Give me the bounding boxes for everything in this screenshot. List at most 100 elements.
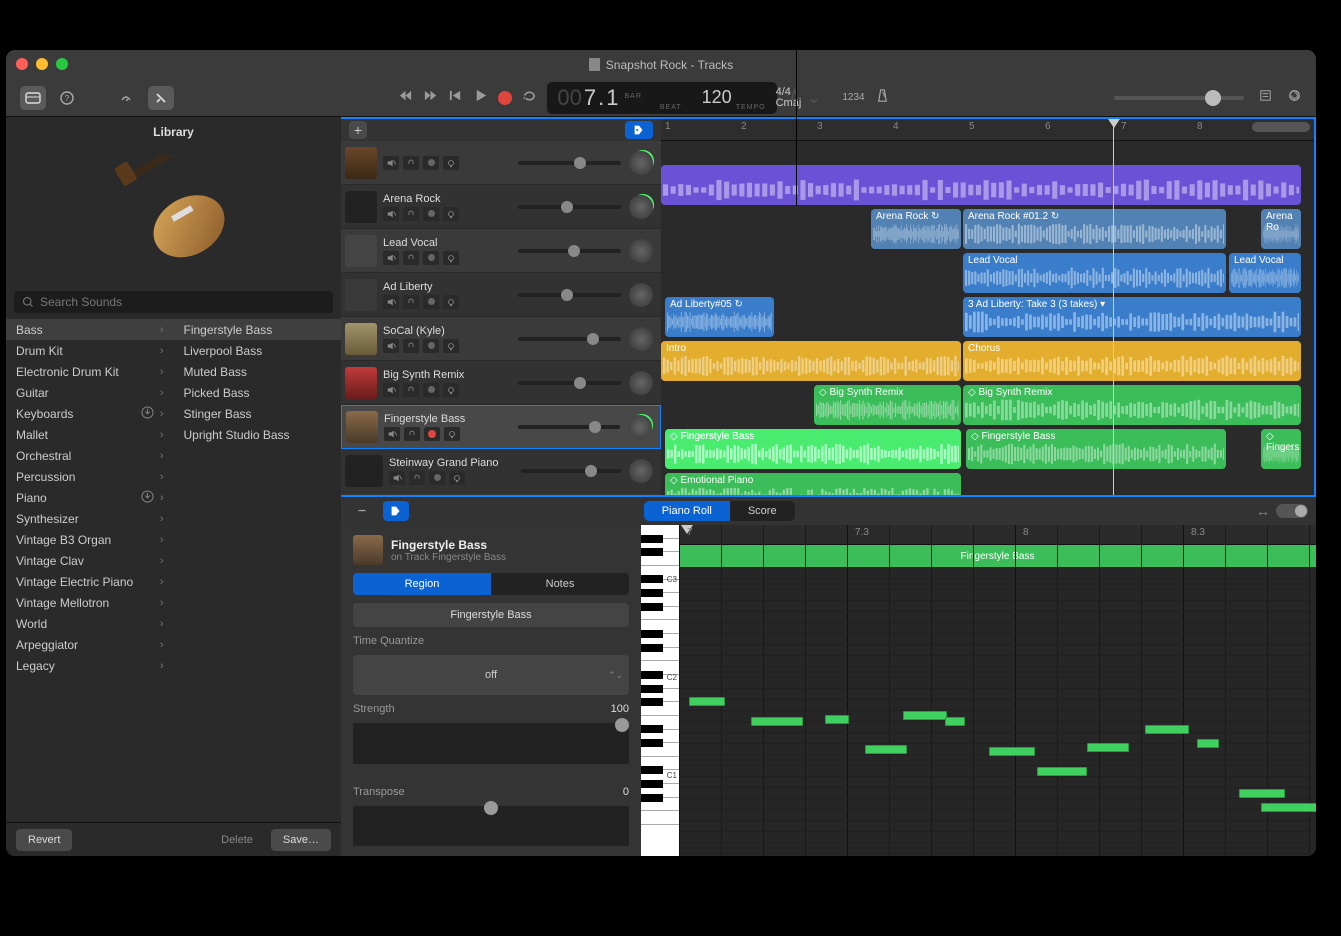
mute-button[interactable] bbox=[383, 207, 399, 221]
transpose-slider[interactable] bbox=[353, 806, 629, 846]
zoom-window[interactable] bbox=[56, 58, 68, 70]
arrange-region[interactable] bbox=[661, 165, 1301, 205]
playhead[interactable] bbox=[1113, 119, 1114, 495]
play-button[interactable] bbox=[473, 88, 488, 108]
track-volume-slider[interactable] bbox=[518, 161, 621, 165]
library-item[interactable]: Mallet› bbox=[6, 424, 174, 445]
solo-button[interactable] bbox=[403, 383, 419, 397]
library-item[interactable]: Keyboards› bbox=[6, 403, 174, 424]
piano-roll-grid[interactable]: 77.388.3 Fingerstyle Bass bbox=[679, 525, 1316, 856]
arrange-region[interactable]: ◇ Big Synth Remix bbox=[963, 385, 1301, 425]
add-track-button[interactable]: + bbox=[349, 121, 367, 139]
record-enable-button[interactable] bbox=[429, 471, 445, 485]
midi-note[interactable] bbox=[1239, 789, 1285, 798]
library-item[interactable]: Bass› bbox=[6, 319, 174, 340]
library-item[interactable]: Piano› bbox=[6, 487, 174, 508]
midi-note[interactable] bbox=[1197, 739, 1219, 748]
midi-note[interactable] bbox=[945, 717, 965, 726]
piano-keyboard[interactable]: C3C2C1 bbox=[641, 525, 679, 856]
smart-controls-toggle[interactable] bbox=[114, 86, 140, 110]
arrange-region[interactable]: Lead Vocal bbox=[1229, 253, 1301, 293]
revert-button[interactable]: Revert bbox=[16, 829, 72, 851]
track-pan-knob[interactable] bbox=[628, 415, 652, 439]
midi-note[interactable] bbox=[903, 711, 947, 720]
record-enable-button[interactable] bbox=[424, 427, 440, 441]
strength-slider[interactable] bbox=[353, 723, 629, 763]
mute-button[interactable] bbox=[384, 427, 400, 441]
arrange-region[interactable]: ◇ Emotional Piano bbox=[665, 473, 961, 495]
track-header[interactable]: Steinway Grand Piano bbox=[341, 449, 661, 493]
solo-button[interactable] bbox=[403, 339, 419, 353]
track-pan-knob[interactable] bbox=[629, 283, 653, 307]
save-button[interactable]: Save… bbox=[271, 829, 331, 851]
library-item[interactable]: Picked Bass bbox=[174, 382, 342, 403]
piano-roll-ruler[interactable]: 77.388.3 bbox=[679, 525, 1316, 545]
solo-button[interactable] bbox=[403, 207, 419, 221]
time-quantize-select[interactable]: off bbox=[353, 655, 629, 695]
input-monitor-button[interactable] bbox=[443, 295, 459, 309]
track-pan-knob[interactable] bbox=[629, 327, 653, 351]
input-monitor-button[interactable] bbox=[449, 471, 465, 485]
close-window[interactable] bbox=[16, 58, 28, 70]
midi-note[interactable] bbox=[825, 715, 849, 724]
track-pan-knob[interactable] bbox=[629, 151, 653, 175]
library-item[interactable]: Stinger Bass bbox=[174, 403, 342, 424]
library-item[interactable]: Synthesizer› bbox=[6, 508, 174, 529]
midi-note[interactable] bbox=[1261, 803, 1316, 812]
mute-button[interactable] bbox=[383, 251, 399, 265]
solo-button[interactable] bbox=[403, 156, 419, 170]
cycle-button[interactable] bbox=[522, 88, 537, 108]
mute-button[interactable] bbox=[389, 471, 405, 485]
record-enable-button[interactable] bbox=[423, 251, 439, 265]
arrange-region[interactable]: Arena Rock #01.2 ↻ bbox=[963, 209, 1226, 249]
notepad-toggle[interactable] bbox=[1258, 88, 1273, 108]
tab-region[interactable]: Region bbox=[353, 573, 491, 595]
library-item[interactable]: World› bbox=[6, 613, 174, 634]
library-item[interactable]: Liverpool Bass bbox=[174, 340, 342, 361]
library-toggle[interactable] bbox=[20, 86, 46, 110]
solo-button[interactable] bbox=[403, 295, 419, 309]
arrange-region[interactable]: ◇ Fingerstyle Bass bbox=[665, 429, 961, 469]
library-item[interactable]: Orchestral› bbox=[6, 445, 174, 466]
midi-note[interactable] bbox=[751, 717, 803, 726]
library-item[interactable]: Muted Bass bbox=[174, 361, 342, 382]
track-header[interactable]: Big Synth Remix bbox=[341, 361, 661, 405]
track-volume-slider[interactable] bbox=[518, 205, 621, 209]
input-monitor-button[interactable] bbox=[443, 383, 459, 397]
arrange-region[interactable]: Arena Ro bbox=[1261, 209, 1301, 249]
region-name-field[interactable]: Fingerstyle Bass bbox=[353, 603, 629, 627]
arrange-region[interactable]: Intro bbox=[661, 341, 961, 381]
quick-help-toggle[interactable]: ? bbox=[54, 86, 80, 110]
forward-button[interactable] bbox=[423, 88, 438, 108]
library-item[interactable]: Upright Studio Bass bbox=[174, 424, 342, 445]
mute-button[interactable] bbox=[383, 156, 399, 170]
track-volume-slider[interactable] bbox=[521, 469, 621, 473]
arrange-region[interactable]: Arena Rock ↻ bbox=[871, 209, 961, 249]
midi-note[interactable] bbox=[1145, 725, 1189, 734]
track-pan-knob[interactable] bbox=[629, 371, 653, 395]
editor-link-button[interactable] bbox=[349, 501, 375, 521]
timeline-ruler[interactable]: 12345678 bbox=[661, 119, 1314, 141]
editor-region-notes-tabs[interactable]: Region Notes bbox=[353, 573, 629, 595]
input-monitor-button[interactable] bbox=[443, 207, 459, 221]
library-item[interactable]: Arpeggiator› bbox=[6, 634, 174, 655]
loop-browser-toggle[interactable] bbox=[1287, 88, 1302, 108]
track-volume-slider[interactable] bbox=[518, 249, 621, 253]
mute-button[interactable] bbox=[383, 383, 399, 397]
track-header[interactable]: Ad Liberty bbox=[341, 273, 661, 317]
record-enable-button[interactable] bbox=[423, 295, 439, 309]
midi-note[interactable] bbox=[1037, 767, 1087, 776]
record-button[interactable] bbox=[498, 91, 512, 105]
track-header[interactable]: Fingerstyle Bass bbox=[341, 405, 661, 449]
metronome-button[interactable] bbox=[875, 88, 890, 108]
library-item[interactable]: Vintage B3 Organ› bbox=[6, 529, 174, 550]
midi-note[interactable] bbox=[989, 747, 1035, 756]
track-pan-knob[interactable] bbox=[629, 195, 653, 219]
solo-button[interactable] bbox=[409, 471, 425, 485]
track-volume-slider[interactable] bbox=[518, 381, 621, 385]
library-item[interactable]: Drum Kit› bbox=[6, 340, 174, 361]
piano-roll-region-header[interactable]: Fingerstyle Bass bbox=[679, 545, 1316, 567]
mute-button[interactable] bbox=[383, 295, 399, 309]
track-pan-knob[interactable] bbox=[629, 239, 653, 263]
library-item[interactable]: Vintage Mellotron› bbox=[6, 592, 174, 613]
